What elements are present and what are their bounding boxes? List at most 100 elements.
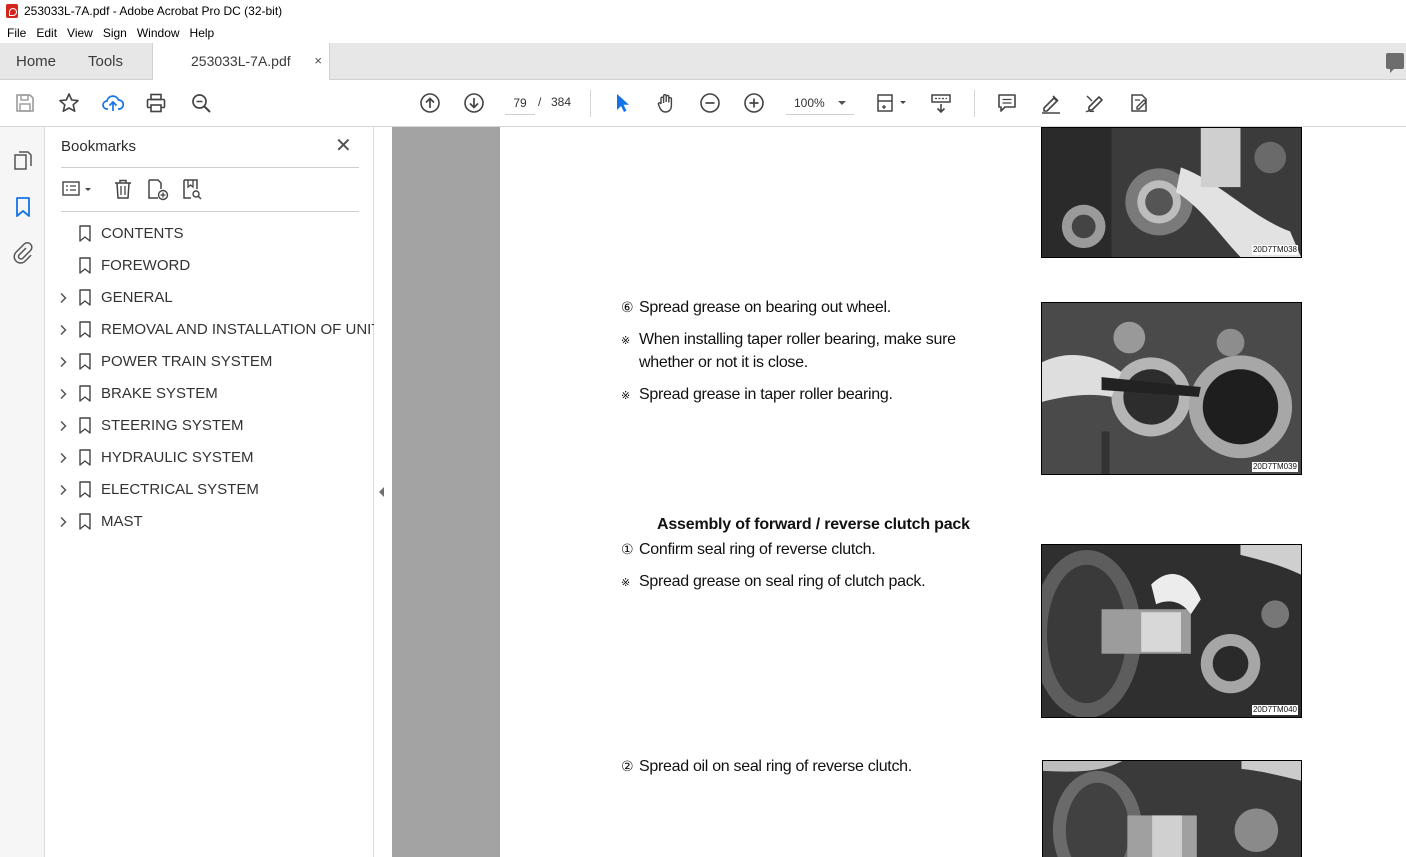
menu-file[interactable]: File xyxy=(2,26,31,40)
delete-bookmark-icon[interactable] xyxy=(111,177,135,201)
bookmark-label: POWER TRAIN SYSTEM xyxy=(101,353,273,370)
figure-photo: 20D7TM040 xyxy=(1041,544,1302,718)
bookmark-flag-icon xyxy=(79,257,91,274)
print-icon[interactable] xyxy=(144,91,168,115)
hand-tool-icon[interactable] xyxy=(654,91,678,115)
chevron-right-icon[interactable] xyxy=(57,516,69,528)
instruction-step-1: ① Confirm seal ring of reverse clutch. xyxy=(621,541,876,559)
page-thumbnails-icon[interactable] xyxy=(11,149,35,173)
attachments-icon[interactable] xyxy=(11,241,35,265)
tab-tools[interactable]: Tools xyxy=(88,53,123,70)
bookmark-flag-icon xyxy=(79,225,91,242)
zoom-value: 100% xyxy=(794,96,825,110)
bookmark-label: HYDRAULIC SYSTEM xyxy=(101,449,254,466)
bookmark-label: CONTENTS xyxy=(101,225,184,242)
tab-home[interactable]: Home xyxy=(16,53,56,70)
panel-divider xyxy=(61,211,359,212)
tab-document[interactable]: 253033L-7A.pdf × xyxy=(152,43,330,80)
chevron-right-icon[interactable] xyxy=(57,484,69,496)
caution-note-1: ※ When installing taper roller bearing, m… xyxy=(621,331,956,349)
bookmark-label: MAST xyxy=(101,513,143,530)
chevron-right-icon[interactable] xyxy=(57,324,69,336)
tab-bar: Home Tools 253033L-7A.pdf × xyxy=(0,43,1406,80)
caution-note-3: ※ Spread grease on seal ring of clutch pa… xyxy=(621,573,926,591)
save-icon[interactable] xyxy=(13,91,37,115)
step-text: Spread grease on bearing out wheel. xyxy=(639,299,891,316)
chevron-right-icon[interactable] xyxy=(57,292,69,304)
bookmark-item-steering[interactable]: STEERING SYSTEM xyxy=(45,410,374,442)
bookmark-item-power-train[interactable]: POWER TRAIN SYSTEM xyxy=(45,346,374,378)
close-panel-icon[interactable]: ✕ xyxy=(335,136,352,156)
bookmark-label: GENERAL xyxy=(101,289,173,306)
fill-sign-icon[interactable] xyxy=(1127,91,1151,115)
bookmark-item-brake[interactable]: BRAKE SYSTEM xyxy=(45,378,374,410)
step-number: ① xyxy=(621,542,634,558)
zoom-in-icon[interactable] xyxy=(742,91,766,115)
chevron-right-icon[interactable] xyxy=(57,388,69,400)
instruction-step-2: ② Spread oil on seal ring of reverse clut… xyxy=(621,758,912,776)
page-total: 384 xyxy=(551,95,572,109)
new-bookmark-icon[interactable] xyxy=(145,177,169,201)
document-viewport[interactable]: 20D7TM038 ⑥ Spread grease on bearing out … xyxy=(392,127,1406,857)
bookmark-flag-icon xyxy=(79,385,91,402)
step-text: Spread oil on seal ring of reverse clutc… xyxy=(639,758,912,775)
bookmark-item-electrical[interactable]: ELECTRICAL SYSTEM xyxy=(45,474,374,506)
bookmark-star-icon[interactable] xyxy=(57,91,81,115)
toolbar-divider xyxy=(590,90,591,117)
page-number-input[interactable]: 79 xyxy=(505,91,535,115)
chevron-right-icon[interactable] xyxy=(57,356,69,368)
bookmark-flag-icon xyxy=(79,289,91,306)
caution-note-1-continued: whether or not it is close. xyxy=(639,354,808,372)
panel-divider xyxy=(61,167,359,168)
close-tab-icon[interactable]: × xyxy=(314,53,322,68)
bookmark-item-foreword[interactable]: FOREWORD xyxy=(45,250,374,282)
menu-sign[interactable]: Sign xyxy=(98,26,132,40)
draw-signature-icon[interactable] xyxy=(1083,91,1107,115)
chevron-right-icon[interactable] xyxy=(57,420,69,432)
bookmark-flag-icon xyxy=(79,481,91,498)
zoom-search-icon[interactable] xyxy=(189,91,213,115)
bookmarks-panel-icon[interactable] xyxy=(11,195,35,219)
comment-icon[interactable] xyxy=(995,91,1019,115)
bookmark-item-removal-installation[interactable]: REMOVAL AND INSTALLATION OF UNIT xyxy=(45,314,381,346)
figure-code: 20D7TM038 xyxy=(1251,245,1298,255)
bookmark-flag-icon xyxy=(79,353,91,370)
window-title: 253033L-7A.pdf - Adobe Acrobat Pro DC (3… xyxy=(24,4,283,18)
previous-page-icon[interactable] xyxy=(418,91,442,115)
bookmark-item-mast[interactable]: MAST xyxy=(45,506,374,538)
zoom-out-icon[interactable] xyxy=(698,91,722,115)
panel-collapse-strip[interactable] xyxy=(374,127,392,857)
bookmark-list: CONTENTS FOREWORD GENERAL REMOVAL AND IN… xyxy=(45,218,381,538)
next-page-icon[interactable] xyxy=(462,91,486,115)
highlight-pen-icon[interactable] xyxy=(1039,91,1063,115)
figure-code: 20D7TM039 xyxy=(1251,462,1298,472)
menu-edit[interactable]: Edit xyxy=(31,26,62,40)
menu-window[interactable]: Window xyxy=(132,26,185,40)
zoom-level-dropdown[interactable]: 100% xyxy=(786,91,854,115)
find-bookmark-icon[interactable] xyxy=(180,177,204,201)
bookmark-item-hydraulic[interactable]: HYDRAULIC SYSTEM xyxy=(45,442,374,474)
bookmark-flag-icon xyxy=(79,513,91,530)
select-cursor-icon[interactable] xyxy=(610,91,634,115)
scroll-mode-icon[interactable] xyxy=(929,91,953,115)
note-text-line2: whether or not it is close. xyxy=(639,354,808,371)
bookmarks-panel-title: Bookmarks xyxy=(61,138,137,155)
collapse-left-icon[interactable] xyxy=(379,487,384,497)
bookmark-options-icon[interactable] xyxy=(61,177,95,201)
bookmark-label: ELECTRICAL SYSTEM xyxy=(101,481,259,498)
step-number: ② xyxy=(621,759,634,775)
bookmark-item-contents[interactable]: CONTENTS xyxy=(45,218,374,250)
step-number: ⑥ xyxy=(621,300,634,316)
figure-photo: 20D7TM038 xyxy=(1041,127,1302,258)
pdf-page: 20D7TM038 ⑥ Spread grease on bearing out … xyxy=(500,127,1406,857)
bookmark-label: BRAKE SYSTEM xyxy=(101,385,218,402)
comment-panel-icon[interactable] xyxy=(1386,53,1404,73)
bookmark-item-general[interactable]: GENERAL xyxy=(45,282,374,314)
menu-help[interactable]: Help xyxy=(185,26,220,40)
cloud-upload-icon[interactable] xyxy=(101,91,125,115)
page-separator: / xyxy=(538,95,542,109)
page-fit-icon[interactable] xyxy=(874,91,910,115)
menu-view[interactable]: View xyxy=(62,26,98,40)
instruction-step-6: ⑥ Spread grease on bearing out wheel. xyxy=(621,299,891,317)
chevron-right-icon[interactable] xyxy=(57,452,69,464)
